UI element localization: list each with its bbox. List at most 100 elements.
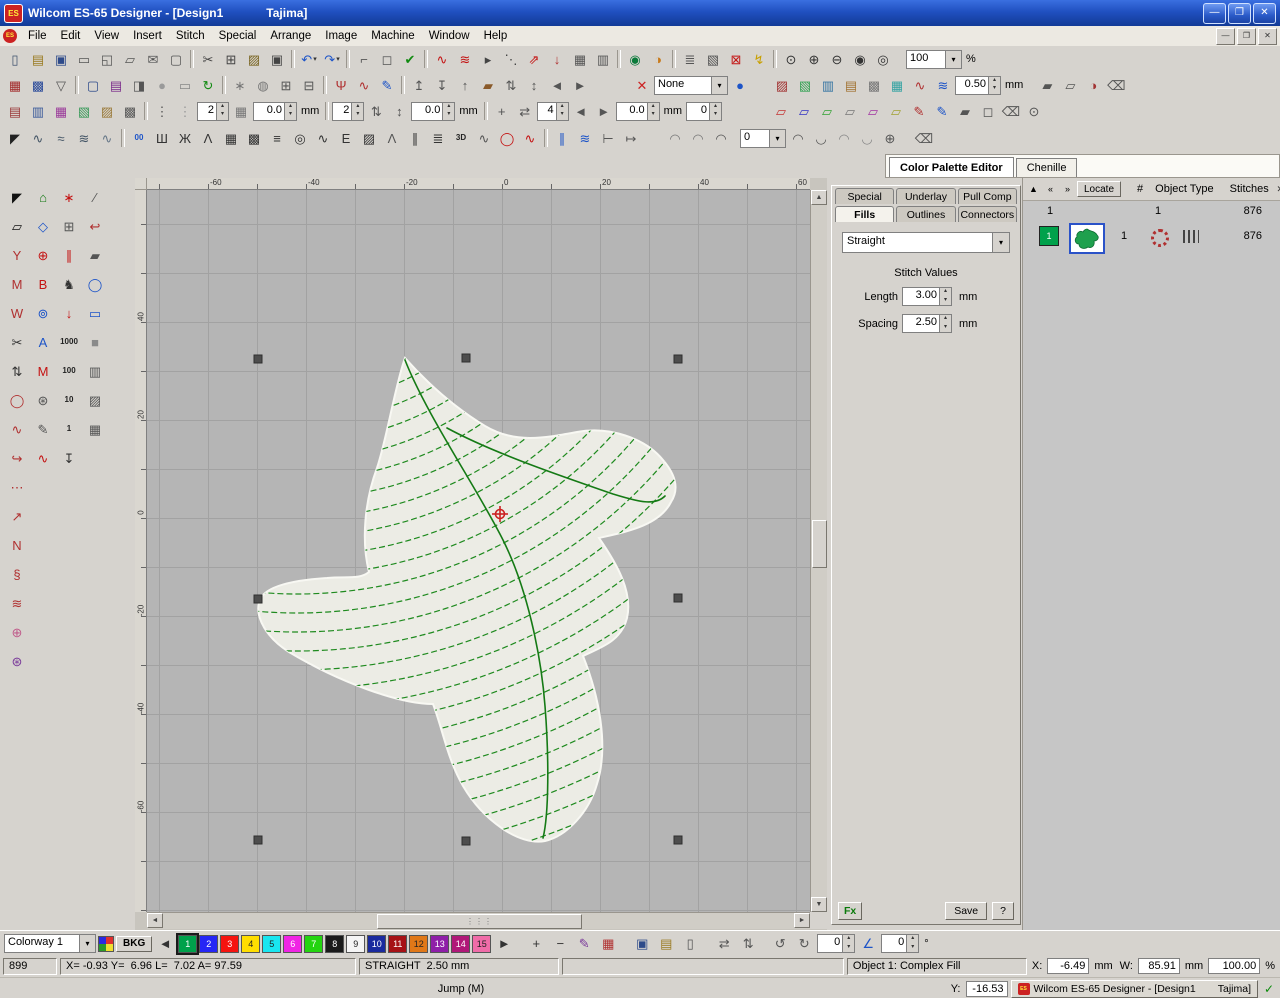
grid-toggle-icon[interactable]: ▦ <box>569 49 591 70</box>
selection-handle[interactable] <box>462 354 470 362</box>
frame-icon[interactable]: ▭ <box>174 75 196 96</box>
auto-fabric-icon[interactable]: ↯ <box>748 49 770 70</box>
line-fill-icon[interactable]: ≣ <box>427 128 449 149</box>
freehand-pen-tool[interactable]: ✎ <box>32 418 54 440</box>
menu-view[interactable]: View <box>87 28 126 44</box>
selection-handle[interactable] <box>254 836 262 844</box>
applique-scissors-tool[interactable]: ✂ <box>6 331 28 353</box>
tray-check-icon[interactable]: ✓ <box>1261 981 1277 997</box>
color-swatch-7[interactable]: 7 <box>304 935 323 953</box>
minimize-button[interactable]: — <box>1203 3 1226 24</box>
travel-icon[interactable]: ↦ <box>620 128 642 149</box>
pull-comp-blue-icon[interactable]: ≋ <box>932 75 954 96</box>
penetration-tool[interactable]: ⋯ <box>6 476 28 498</box>
n-stitch-tool[interactable]: N <box>6 534 28 556</box>
dock-next-icon[interactable]: » <box>1060 181 1075 197</box>
save-colorway-icon[interactable]: ▣ <box>631 933 653 954</box>
design-canvas[interactable] <box>147 190 810 912</box>
jump-stitch-icon[interactable]: ⇗ <box>523 49 545 70</box>
globe-effect-icon[interactable]: ⊕ <box>879 128 901 149</box>
open-design-icon[interactable]: ▤ <box>27 49 49 70</box>
menu-file[interactable]: File <box>21 28 54 44</box>
spring-stitch-tool[interactable]: § <box>6 563 28 585</box>
circle-digitize-tool[interactable]: ⊕ <box>32 244 54 266</box>
remove-overlaps-icon[interactable]: ⊠ <box>725 49 747 70</box>
orientation-point-tool[interactable]: ⊕ <box>6 621 28 643</box>
slow-redraw-icon[interactable]: ▸ <box>477 49 499 70</box>
close-button[interactable]: ✕ <box>1253 3 1276 24</box>
fill-type-combo[interactable]: Straight ▾ <box>842 232 1010 253</box>
colorway-combo[interactable]: Colorway 1▾ <box>4 934 96 953</box>
dock-prev-icon[interactable]: « <box>1043 181 1058 197</box>
tab-color-palette-editor[interactable]: Color Palette Editor <box>889 157 1014 177</box>
texture-1-tool[interactable]: ▥ <box>84 360 106 382</box>
scroll-up-arrow[interactable]: ▲ <box>811 190 827 205</box>
template-5-icon[interactable]: ▱ <box>862 101 884 122</box>
save-button[interactable]: Save <box>945 902 987 920</box>
texture-2-tool[interactable]: ▨ <box>84 389 106 411</box>
effect-a-icon[interactable]: ▰ <box>1036 75 1058 96</box>
open-colorway-icon[interactable]: ▤ <box>655 933 677 954</box>
scroll-right-arrow[interactable]: ► <box>794 913 810 928</box>
tab-fills[interactable]: Fills <box>835 206 894 222</box>
array-tool[interactable]: ⊞ <box>58 215 80 237</box>
underlay-1-icon[interactable]: ▨ <box>771 75 793 96</box>
color-swatch-13[interactable]: 13 <box>430 935 449 953</box>
color-swatch-1[interactable]: 1 <box>178 935 197 953</box>
zoom-1to1-icon[interactable]: ◉ <box>849 49 871 70</box>
mdi-minimize-button[interactable]: — <box>1216 28 1235 45</box>
palette-scroll-right-icon[interactable]: ► <box>493 933 515 954</box>
forward-one-icon[interactable]: ► <box>569 75 591 96</box>
applique-icon[interactable]: ◯ <box>496 128 518 149</box>
net-fill-icon[interactable]: ▨ <box>358 128 380 149</box>
menu-machine[interactable]: Machine <box>364 28 421 44</box>
stitch-list-icon[interactable]: ≋ <box>454 49 476 70</box>
step-back-icon[interactable]: ◄ <box>570 101 592 122</box>
rotate-ccw-icon[interactable]: ↺ <box>769 933 791 954</box>
monogram-tool[interactable]: M <box>32 360 54 382</box>
color-swatch-10[interactable]: 10 <box>367 935 386 953</box>
edit-color-icon[interactable]: ✎ <box>573 933 595 954</box>
selection-handle[interactable] <box>674 836 682 844</box>
branching-icon[interactable]: Ψ <box>330 75 352 96</box>
select-pointer-icon[interactable]: ◤ <box>4 128 26 149</box>
wave-run-tool[interactable]: ≋ <box>6 592 28 614</box>
drop-needle-tool[interactable]: ↓ <box>58 302 80 324</box>
guide-flag-icon[interactable]: ▽ <box>50 75 72 96</box>
move-icon[interactable]: ⇄ <box>514 101 536 122</box>
ripple-icon[interactable]: ≋ <box>574 128 596 149</box>
nudge-icon[interactable]: + <box>491 101 513 122</box>
polygon-select-tool[interactable]: ▱ <box>6 215 28 237</box>
3d-toggle[interactable]: 3D <box>450 128 472 149</box>
closed-object-tool[interactable]: W <box>6 302 28 324</box>
motif-run-tool[interactable]: ♞ <box>58 273 80 295</box>
swatch-block-tool[interactable]: ▰ <box>84 244 106 266</box>
selection-handle[interactable] <box>674 355 682 363</box>
pattern-stitch-icon[interactable]: ▩ <box>243 128 265 149</box>
double-run-icon[interactable]: 00 <box>128 128 150 149</box>
fabric-1-icon[interactable]: ▤ <box>4 101 26 122</box>
end-design-tool[interactable]: ↧ <box>58 447 80 469</box>
tab-pull-comp[interactable]: Pull Comp <box>958 188 1017 204</box>
scroll-left-arrow[interactable]: ◄ <box>147 913 163 928</box>
select-object-tool[interactable]: ◤ <box>6 186 28 208</box>
send-email-icon[interactable]: ✉ <box>142 49 164 70</box>
thread-colors-icon[interactable]: ◉ <box>624 49 646 70</box>
color-swatch-5[interactable]: 5 <box>262 935 281 953</box>
e-stitch-icon[interactable]: Ε <box>335 128 357 149</box>
zoom-in-icon[interactable]: ⊕ <box>803 49 825 70</box>
tatami-stitch-icon[interactable]: Ж <box>174 128 196 149</box>
current-color-combo[interactable]: None▾ <box>654 76 728 95</box>
stitch-1000-tool[interactable]: 1000 <box>58 331 80 353</box>
fabric-2-icon[interactable]: ▥ <box>27 101 49 122</box>
object-thumbnail[interactable] <box>1069 223 1105 254</box>
menu-edit[interactable]: Edit <box>54 28 88 44</box>
trapunto-icon[interactable]: ∿ <box>473 128 495 149</box>
length-spin[interactable]: 3.00▴▾ <box>902 287 952 306</box>
stitch-1-tool[interactable]: 1 <box>58 418 80 440</box>
tab-underlay[interactable]: Underlay <box>896 188 955 204</box>
palette-scroll-left-icon[interactable]: ◄ <box>154 933 176 954</box>
effect-d-icon[interactable]: ⌫ <box>1105 75 1127 96</box>
menu-image[interactable]: Image <box>318 28 364 44</box>
row-swap-icon[interactable]: ⇅ <box>365 101 387 122</box>
